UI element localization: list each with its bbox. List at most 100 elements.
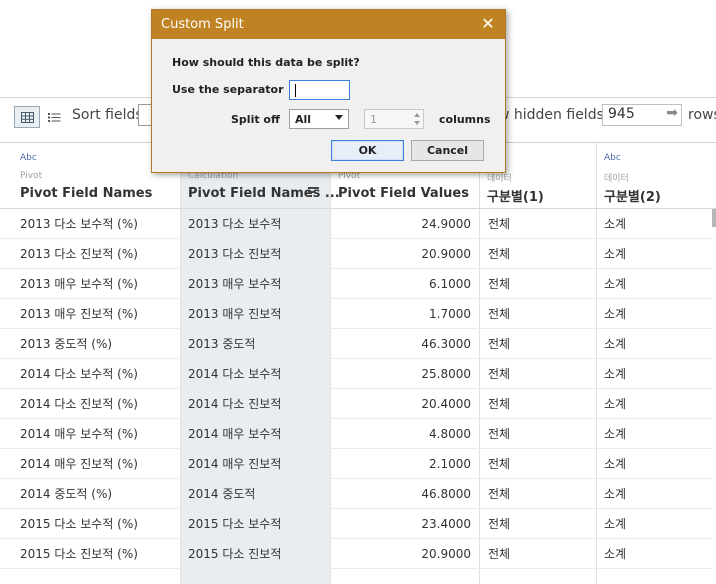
table-cell[interactable]: 24.9000 — [330, 209, 471, 239]
table-cell[interactable]: 2014 매우 보수적 — [188, 419, 326, 449]
table-cell[interactable]: 소계 — [604, 539, 712, 569]
table-row[interactable]: 2013 다소 보수적 (%) 2013 다소 보수적 24.9000 전체 소계 — [0, 209, 712, 239]
column-header[interactable]: Abc 데이터 구분별(2) — [596, 143, 716, 208]
split-off-label: Split off — [231, 113, 280, 126]
table-cell[interactable]: 전체 — [488, 419, 593, 449]
table-cell[interactable]: 전체 — [488, 479, 593, 509]
ok-button[interactable]: OK — [331, 140, 404, 161]
close-icon[interactable]: ✕ — [479, 15, 497, 33]
table-row[interactable]: 2015 다소 진보적 (%) 2015 다소 진보적 20.9000 전체 소계 — [0, 539, 712, 569]
table-cell[interactable]: 소계 — [604, 299, 712, 329]
table-row[interactable]: 2015 다소 보수적 (%) 2015 다소 보수적 23.4000 전체 소계 — [0, 509, 712, 539]
table-cell[interactable]: 2013 매우 진보적 — [188, 299, 326, 329]
table-cell[interactable]: 2013 다소 보수적 (%) — [20, 209, 175, 239]
table-cell[interactable]: 소계 — [604, 479, 712, 509]
table-row[interactable]: 2014 다소 보수적 (%) 2014 다소 보수적 25.8000 전체 소계 — [0, 359, 712, 389]
data-type-icon[interactable]: Abc — [604, 153, 621, 163]
table-cell[interactable]: 소계 — [604, 509, 712, 539]
table-cell[interactable]: 20.9000 — [330, 239, 471, 269]
table-cell[interactable]: 소계 — [604, 359, 712, 389]
columns-label: columns — [439, 113, 491, 126]
table-cell[interactable]: 2014 다소 보수적 (%) — [20, 359, 175, 389]
table-cell[interactable]: 2014 매우 진보적 (%) — [20, 449, 175, 479]
table-cell[interactable]: 2013 매우 진보적 (%) — [20, 299, 175, 329]
table-row[interactable]: 2014 매우 진보적 (%) 2014 매우 진보적 2.1000 전체 소계 — [0, 449, 712, 479]
split-off-value: All — [295, 113, 312, 126]
grid-view-button[interactable] — [14, 106, 40, 128]
table-row[interactable]: 2013 매우 보수적 (%) 2013 매우 보수적 6.1000 전체 소계 — [0, 269, 712, 299]
table-cell[interactable]: 2013 매우 보수적 (%) — [20, 269, 175, 299]
separator-label: Use the separator — [172, 83, 284, 96]
stepper-up-icon — [414, 113, 420, 117]
table-cell[interactable]: 2013 다소 진보적 — [188, 239, 326, 269]
table-cell[interactable]: 1.7000 — [330, 299, 471, 329]
table-row[interactable]: 2014 다소 진보적 (%) 2014 다소 진보적 20.4000 전체 소계 — [0, 389, 712, 419]
table-cell[interactable]: 2013 다소 보수적 — [188, 209, 326, 239]
table-cell[interactable]: 2014 다소 진보적 (%) — [20, 389, 175, 419]
data-type-icon[interactable]: Abc — [20, 153, 37, 163]
table-cell[interactable]: 전체 — [488, 329, 593, 359]
table-cell[interactable]: 46.8000 — [330, 479, 471, 509]
table-cell[interactable]: 20.4000 — [330, 389, 471, 419]
table-cell[interactable]: 소계 — [604, 389, 712, 419]
table-cell[interactable]: 20.9000 — [330, 539, 471, 569]
rows-count-input[interactable]: 945 ➡ — [602, 104, 682, 126]
text-caret — [295, 84, 296, 97]
table-row[interactable]: 2013 매우 진보적 (%) 2013 매우 진보적 1.7000 전체 소계 — [0, 299, 712, 329]
table-cell[interactable]: 전체 — [488, 509, 593, 539]
table-cell[interactable]: 2015 다소 보수적 — [188, 509, 326, 539]
table-cell[interactable]: 전체 — [488, 299, 593, 329]
table-cell[interactable]: 23.4000 — [330, 509, 471, 539]
table-row[interactable]: 2014 중도적 (%) 2014 중도적 46.8000 전체 소계 — [0, 479, 712, 509]
rows-count-value: 945 — [608, 106, 635, 122]
table-row[interactable]: 2014 매우 보수적 (%) 2014 매우 보수적 4.8000 전체 소계 — [0, 419, 712, 449]
table-cell[interactable]: 소계 — [604, 329, 712, 359]
table-cell[interactable]: 소계 — [604, 239, 712, 269]
table-cell[interactable]: 전체 — [488, 239, 593, 269]
table-row[interactable]: 2013 중도적 (%) 2013 중도적 46.3000 전체 소계 — [0, 329, 712, 359]
dialog-titlebar[interactable]: Custom Split ✕ — [152, 10, 505, 39]
separator-input[interactable] — [289, 80, 350, 100]
table-cell[interactable]: 2014 매우 보수적 (%) — [20, 419, 175, 449]
table-cell[interactable]: 2.1000 — [330, 449, 471, 479]
table-cell[interactable]: 2015 다소 보수적 (%) — [20, 509, 175, 539]
field-name[interactable]: Pivot Field Names — [20, 186, 152, 201]
table-cell[interactable]: 2015 다소 진보적 (%) — [20, 539, 175, 569]
table-cell[interactable]: 2014 다소 진보적 — [188, 389, 326, 419]
split-off-select[interactable]: All — [289, 109, 349, 129]
table-cell[interactable]: 2014 매우 진보적 — [188, 449, 326, 479]
arrow-right-icon[interactable]: ➡ — [666, 105, 678, 121]
rows-label: rows — [688, 107, 716, 123]
table-cell[interactable]: 소계 — [604, 269, 712, 299]
table-cell[interactable]: 4.8000 — [330, 419, 471, 449]
table-cell[interactable]: 46.3000 — [330, 329, 471, 359]
table-cell[interactable]: 소계 — [604, 449, 712, 479]
table-cell[interactable]: 소계 — [604, 209, 712, 239]
table-cell[interactable]: 2013 중도적 — [188, 329, 326, 359]
show-hidden-fields-label[interactable]: w hidden fields — [498, 106, 604, 124]
table-cell[interactable]: 2014 다소 보수적 — [188, 359, 326, 389]
table-cell[interactable]: 전체 — [488, 269, 593, 299]
list-view-button[interactable] — [41, 106, 67, 128]
table-cell[interactable]: 25.8000 — [330, 359, 471, 389]
table-cell[interactable]: 전체 — [488, 449, 593, 479]
field-name[interactable]: 구분별(2) — [604, 186, 661, 205]
sort-icon[interactable] — [308, 187, 320, 197]
table-cell[interactable]: 전체 — [488, 209, 593, 239]
table-cell[interactable]: 전체 — [488, 389, 593, 419]
table-cell[interactable]: 소계 — [604, 419, 712, 449]
table-cell[interactable]: 6.1000 — [330, 269, 471, 299]
field-name[interactable]: 구분별(1) — [487, 186, 544, 205]
table-cell[interactable]: 2013 매우 보수적 — [188, 269, 326, 299]
table-cell[interactable]: 전체 — [488, 539, 593, 569]
table-cell[interactable]: 2013 다소 진보적 (%) — [20, 239, 175, 269]
table-cell[interactable]: 2015 다소 진보적 — [188, 539, 326, 569]
table-cell[interactable]: 2013 중도적 (%) — [20, 329, 175, 359]
field-name[interactable]: Pivot Field Values — [338, 186, 469, 201]
table-cell[interactable]: 전체 — [488, 359, 593, 389]
vertical-scrollbar[interactable] — [712, 209, 716, 227]
table-cell[interactable]: 2014 중도적 — [188, 479, 326, 509]
cancel-button[interactable]: Cancel — [411, 140, 484, 161]
table-cell[interactable]: 2014 중도적 (%) — [20, 479, 175, 509]
table-row[interactable]: 2013 다소 진보적 (%) 2013 다소 진보적 20.9000 전체 소계 — [0, 239, 712, 269]
